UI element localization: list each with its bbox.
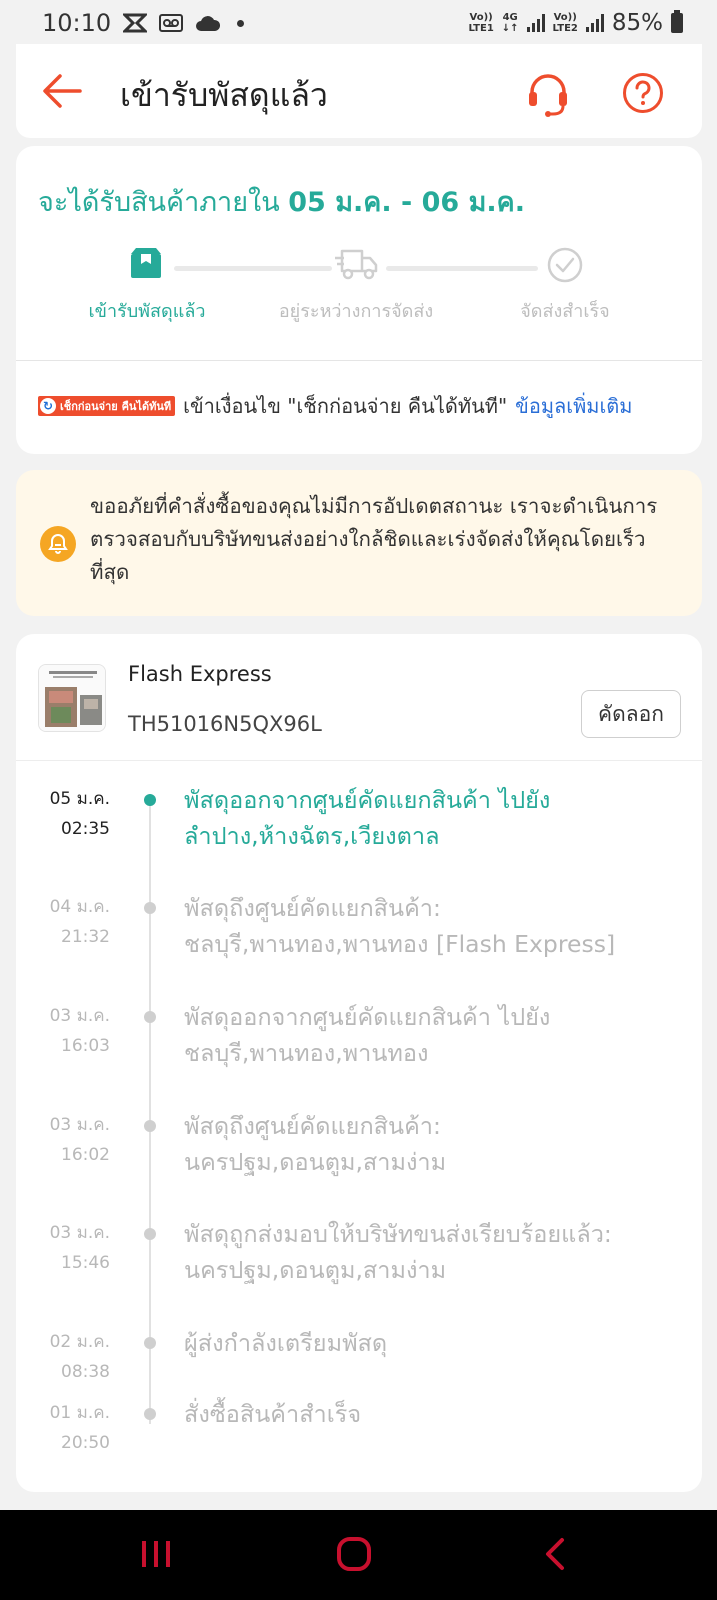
tracking-divider [16, 760, 702, 761]
timeline-dot [144, 1228, 156, 1240]
package-icon [131, 248, 161, 278]
event-time: 16:03 [61, 1036, 110, 1056]
timeline-line [149, 794, 151, 1424]
app-notification-icon [123, 13, 148, 33]
home-icon[interactable] [332, 1534, 376, 1574]
event-time: 21:32 [61, 927, 110, 947]
progress-track-2 [386, 266, 538, 271]
timeline-dot [144, 1337, 156, 1349]
delivery-status-card: จะได้รับสินค้าภายใน 05 ม.ค. - 06 ม.ค. เข… [16, 146, 702, 454]
event-datetime: 03 ม.ค. 15:46 [50, 1218, 110, 1278]
clock: 10:10 [42, 9, 112, 37]
event-datetime: 04 ม.ค. 21:32 [50, 892, 110, 952]
promo-row: ↻ เช็กก่อนจ่าย คืนได้ทันที เข้าเงื่อนไข … [38, 390, 632, 422]
timeline-dot [144, 794, 156, 806]
eta-range: 05 ม.ค. - 06 ม.ค. [288, 187, 525, 218]
more-notifications-dot [237, 19, 245, 27]
back-arrow-icon[interactable] [38, 66, 88, 116]
status-notice-banner: ขออภัยที่คำสั่งซื้อของคุณไม่มีการอัปเดตส… [16, 470, 702, 616]
event-time: 08:38 [61, 1362, 110, 1382]
event-date: 03 ม.ค. [49, 1006, 110, 1026]
battery-percent: 85% [611, 10, 663, 36]
event-date: 04 ม.ค. [49, 897, 110, 917]
event-datetime: 05 ม.ค. 02:35 [50, 784, 110, 844]
notice-text: ขออภัยที่คำสั่งซื้อของคุณไม่มีการอัปเดตส… [90, 494, 658, 584]
sim1-label: Vo)) LTE1 [468, 12, 494, 34]
check-circle-icon [547, 247, 583, 283]
event-description: พัสดุถึงศูนย์คัดแยกสินค้า: นครปฐม,ดอนตูม… [184, 1112, 447, 1176]
card-divider [16, 360, 702, 361]
event-date: 03 ม.ค. [49, 1115, 110, 1135]
check-before-pay-badge: ↻ เช็กก่อนจ่าย คืนได้ทันที [38, 396, 176, 416]
tracking-number: TH51016N5QX96L [128, 712, 322, 736]
carrier-name: Flash Express [128, 662, 272, 686]
timeline-dot [144, 1408, 156, 1420]
promo-badge-label: เช็กก่อนจ่าย คืนได้ทันที [60, 400, 172, 413]
event-description: พัสดุถึงศูนย์คัดแยกสินค้า: ชลบุรี,พานทอง… [184, 894, 616, 958]
event-datetime: 01 ม.ค. 20:50 [50, 1398, 110, 1458]
step-label-delivered: จัดส่งสำเร็จ [520, 301, 610, 322]
more-info-link[interactable]: ข้อมูลเพิ่มเติม [515, 390, 632, 422]
timeline-dot [144, 1011, 156, 1023]
event-description: พัสดุถูกส่งมอบให้บริษัทขนส่งเรียบร้อยแล้… [184, 1220, 612, 1284]
event-date: 05 ม.ค. [49, 789, 110, 809]
step-label-picked-up: เข้ารับพัสดุแล้ว [88, 301, 206, 322]
return-icon: ↻ [40, 398, 56, 414]
event-description: ผู้ส่งกำลังเตรียมพัสดุ [184, 1329, 388, 1357]
promo-text: เข้าเงื่อนไข "เช็กก่อนจ่าย คืนได้ทันที" [183, 394, 508, 418]
timeline-dot [144, 1120, 156, 1132]
eta-text: จะได้รับสินค้าภายใน 05 ม.ค. - 06 ม.ค. [38, 180, 525, 223]
page-title: เข้ารับพัสดุแล้ว [120, 76, 328, 114]
event-time: 02:35 [61, 819, 110, 839]
timeline-dot [144, 902, 156, 914]
copy-button[interactable]: คัดลอก [581, 690, 681, 738]
system-nav-bar [0, 1510, 717, 1600]
app-header: เข้ารับพัสดุแล้ว [16, 44, 702, 138]
status-bar: 10:10 Vo)) LTE1 4G ↓↑ Vo)) LTE2 85% [0, 0, 717, 46]
event-description: พัสดุออกจากศูนย์คัดแยกสินค้า ไปยัง ชลบุร… [184, 1003, 551, 1067]
event-time: 15:46 [61, 1253, 110, 1273]
help-question-icon[interactable] [622, 72, 664, 114]
recent-apps-icon[interactable] [134, 1534, 178, 1574]
event-time: 16:02 [61, 1145, 110, 1165]
event-time: 20:50 [61, 1433, 110, 1453]
sim2-label: Vo)) LTE2 [552, 12, 578, 34]
truck-icon [335, 249, 378, 280]
bell-icon [40, 526, 76, 562]
tracking-card: Flash Express TH51016N5QX96L คัดลอก 05 ม… [16, 634, 702, 1492]
product-thumbnail [38, 664, 106, 732]
status-right: Vo)) LTE1 4G ↓↑ Vo)) LTE2 85% [468, 10, 683, 36]
event-datetime: 03 ม.ค. 16:02 [50, 1110, 110, 1170]
event-date: 02 ม.ค. [49, 1332, 110, 1352]
event-date: 03 ม.ค. [49, 1223, 110, 1243]
event-description: พัสดุออกจากศูนย์คัดแยกสินค้า ไปยัง ลำปาง… [184, 786, 551, 850]
event-date: 01 ม.ค. [49, 1403, 110, 1423]
status-left: 10:10 [42, 9, 245, 37]
event-description: สั่งซื้อสินค้าสำเร็จ [184, 1400, 362, 1428]
network-type: 4G ↓↑ [501, 12, 519, 34]
headset-support-icon[interactable] [524, 70, 572, 118]
voicemail-icon [159, 14, 184, 32]
progress-track-1 [174, 266, 332, 271]
event-datetime: 02 ม.ค. 08:38 [50, 1327, 110, 1387]
network-type-label: 4G [502, 12, 518, 23]
signal-icon [526, 14, 545, 32]
event-datetime: 03 ม.ค. 16:03 [50, 1001, 110, 1061]
back-nav-icon[interactable] [534, 1534, 578, 1574]
signal-icon-2 [585, 14, 604, 32]
battery-icon [671, 10, 683, 33]
cloud-icon [196, 16, 221, 31]
step-label-in-transit: อยู่ระหว่างการจัดส่ง [278, 301, 434, 322]
eta-prefix: จะได้รับสินค้าภายใน [38, 187, 280, 218]
